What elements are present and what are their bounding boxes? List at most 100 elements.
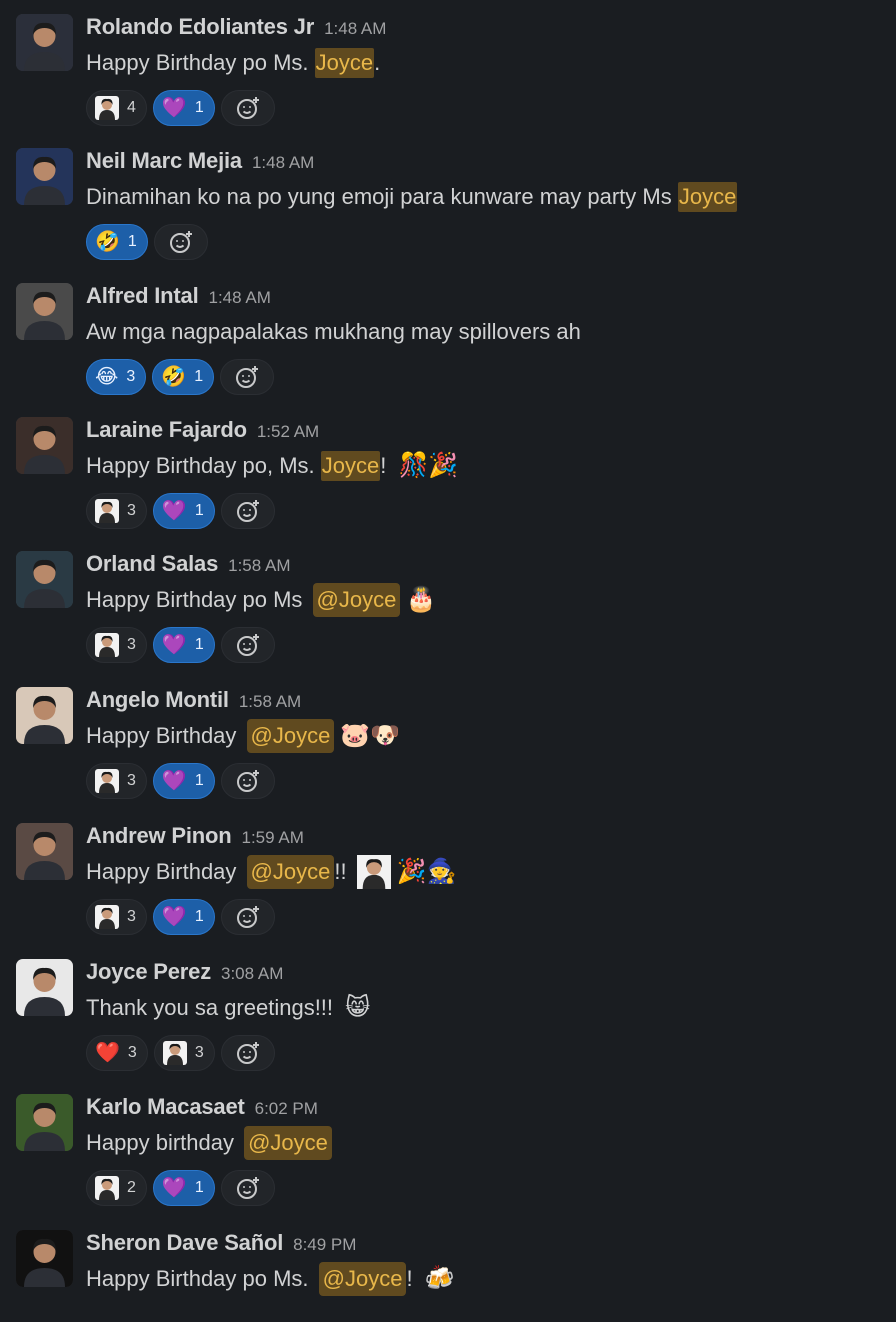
inline-emoji[interactable]: 🐷🐶 (340, 721, 400, 751)
message-header: Neil Marc Mejia 1:48 AM (86, 148, 314, 176)
custom-face-emoji[interactable] (356, 855, 391, 889)
highlighted-keyword: Joyce (677, 182, 738, 212)
timestamp[interactable]: 1:59 AM (242, 828, 304, 847)
reaction-bar: 2 💜 1 (86, 1170, 275, 1208)
author-name[interactable]: Joyce Perez (86, 959, 211, 984)
message-text: Happy Birthday @Joyce 🐷🐶 (86, 719, 400, 753)
avatar[interactable] (16, 283, 73, 340)
message-text: Happy Birthday po, Ms. Joyce! 🎊🎉 (86, 451, 458, 481)
timestamp[interactable]: 1:52 AM (257, 422, 319, 441)
highlighted-keyword: Joyce (314, 48, 375, 78)
avatar[interactable] (16, 959, 73, 1016)
reaction-pill[interactable]: 🤣 1 (152, 359, 215, 395)
reaction-pill[interactable]: 4 (86, 90, 147, 126)
inline-emoji[interactable]: 🍻 (425, 1264, 455, 1294)
add-reaction-button[interactable] (220, 899, 275, 935)
avatar[interactable] (16, 14, 73, 71)
reaction-pill[interactable]: 2 (86, 1170, 147, 1206)
author-name[interactable]: Rolando Edoliantes Jr (86, 14, 314, 39)
user-mention[interactable]: @Joyce (244, 1126, 332, 1160)
reaction-pill[interactable]: 💜 1 (152, 90, 215, 126)
reaction-emoji: 🤣 (161, 366, 187, 388)
user-mention[interactable]: @Joyce (246, 855, 335, 889)
avatar[interactable] (16, 148, 73, 205)
reaction-count: 3 (127, 1044, 137, 1061)
add-reaction-button[interactable] (220, 359, 275, 395)
user-mention[interactable]: @Joyce (246, 719, 335, 753)
inline-emoji[interactable]: 🎊🎉 (399, 451, 459, 481)
reaction-count: 1 (194, 1179, 204, 1196)
author-name[interactable]: Sheron Dave Sañol (86, 1230, 283, 1255)
inline-emoji[interactable]: 🎉🧙 (397, 857, 457, 887)
author-name[interactable]: Orland Salas (86, 551, 218, 576)
message-header: Karlo Macasaet 6:02 PM (86, 1094, 318, 1122)
timestamp[interactable]: 6:02 PM (255, 1099, 318, 1118)
timestamp[interactable]: 1:48 AM (209, 288, 271, 307)
add-reaction-icon (236, 97, 259, 119)
text-segment: ! (380, 453, 393, 478)
reaction-pill[interactable]: 3 (86, 763, 147, 799)
message-header: Orland Salas 1:58 AM (86, 551, 290, 579)
user-mention[interactable]: @Joyce (312, 583, 401, 617)
avatar[interactable] (16, 551, 73, 608)
reaction-emoji: 💜 (161, 906, 187, 928)
message-text: Happy birthday @Joyce (86, 1126, 332, 1160)
timestamp[interactable]: 1:48 AM (252, 153, 314, 172)
reaction-pill[interactable]: 3 (86, 493, 147, 529)
reaction-count: 1 (194, 99, 204, 116)
message-header: Alfred Intal 1:48 AM (86, 283, 271, 311)
timestamp[interactable]: 1:48 AM (324, 19, 386, 38)
add-reaction-icon (236, 1177, 259, 1199)
custom-face-emoji (95, 769, 119, 793)
reaction-pill[interactable]: 😂 3 (86, 359, 147, 395)
text-segment: !! (334, 859, 353, 884)
author-name[interactable]: Angelo Montil (86, 687, 229, 712)
reaction-pill[interactable]: 💜 1 (152, 899, 215, 935)
add-reaction-button[interactable] (220, 1170, 275, 1206)
author-name[interactable]: Laraine Fajardo (86, 417, 247, 442)
avatar[interactable] (16, 1094, 73, 1151)
avatar[interactable] (16, 823, 73, 880)
avatar[interactable] (16, 1230, 73, 1287)
reaction-pill[interactable]: 3 (86, 899, 147, 935)
reaction-count: 1 (194, 502, 204, 519)
add-reaction-button[interactable] (153, 224, 208, 260)
avatar[interactable] (16, 687, 73, 744)
reaction-pill[interactable]: 💜 1 (152, 763, 215, 799)
reaction-pill[interactable]: 💜 1 (152, 493, 215, 529)
reaction-pill[interactable]: 💜 1 (152, 627, 215, 663)
reaction-count: 1 (194, 636, 204, 653)
custom-face-emoji (95, 1176, 119, 1200)
add-reaction-button[interactable] (220, 493, 275, 529)
reaction-pill[interactable]: 💜 1 (152, 1170, 215, 1206)
inline-emoji[interactable]: 😸 (345, 993, 370, 1023)
inline-emoji[interactable]: 🎂 (406, 585, 436, 615)
message-header: Laraine Fajardo 1:52 AM (86, 417, 319, 445)
add-reaction-button[interactable] (220, 1035, 275, 1071)
timestamp[interactable]: 1:58 AM (228, 556, 290, 575)
add-reaction-button[interactable] (220, 90, 275, 126)
author-name[interactable]: Andrew Pinon (86, 823, 232, 848)
avatar[interactable] (16, 417, 73, 474)
add-reaction-button[interactable] (220, 763, 275, 799)
reaction-count: 3 (126, 368, 136, 385)
user-mention[interactable]: @Joyce (318, 1262, 407, 1296)
timestamp[interactable]: 1:58 AM (239, 692, 301, 711)
text-segment: Thank you sa greetings!!! (86, 995, 340, 1020)
reaction-count: 3 (127, 636, 136, 653)
reaction-pill[interactable]: 🤣 1 (86, 224, 148, 260)
reaction-pill[interactable]: ❤️ 3 (86, 1035, 148, 1071)
add-reaction-icon (236, 366, 259, 388)
author-name[interactable]: Neil Marc Mejia (86, 148, 242, 173)
message-text: Happy Birthday po Ms. Joyce. (86, 48, 380, 78)
timestamp[interactable]: 3:08 AM (221, 964, 283, 983)
custom-face-emoji (95, 96, 119, 120)
timestamp[interactable]: 8:49 PM (293, 1235, 356, 1254)
author-name[interactable]: Alfred Intal (86, 283, 199, 308)
reaction-pill[interactable]: 3 (86, 627, 147, 663)
add-reaction-icon (169, 231, 192, 253)
reaction-pill[interactable]: 3 (153, 1035, 215, 1071)
custom-face-emoji (95, 633, 119, 657)
add-reaction-button[interactable] (220, 627, 275, 663)
author-name[interactable]: Karlo Macasaet (86, 1094, 245, 1119)
